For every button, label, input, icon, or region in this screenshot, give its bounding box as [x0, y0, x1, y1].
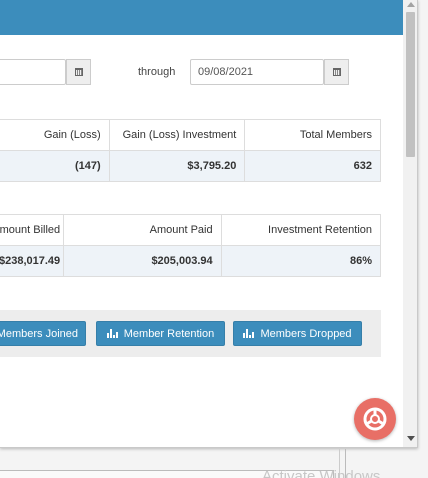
scroll-down-arrow-icon[interactable] — [407, 436, 415, 441]
table-row: $238,017.49 $205,003.94 86% — [0, 245, 382, 277]
column-header: mount Billed — [0, 214, 65, 246]
table-row: (147) $3,795.20 632 — [0, 150, 381, 182]
members-dropped-button[interactable]: Members Dropped — [233, 321, 362, 346]
end-date-input[interactable]: 09/08/2021 — [190, 59, 324, 85]
investment-retention-cell: 86% — [220, 245, 382, 277]
member-retention-button[interactable]: Member Retention — [96, 321, 225, 346]
bar-chart-icon — [106, 329, 118, 338]
summary-table: Gain (Loss) Gain (Loss) Investment Total… — [0, 119, 381, 182]
gain-loss-investment-cell: $3,795.20 — [108, 150, 246, 182]
total-members-cell: 632 — [244, 150, 381, 182]
help-button[interactable] — [354, 398, 396, 440]
start-date-input[interactable] — [0, 59, 66, 85]
members-dropped-label: Members Dropped — [260, 327, 352, 340]
help-lifebuoy-icon — [363, 407, 387, 431]
bar-chart-icon — [243, 329, 255, 338]
column-header: Total Members — [244, 119, 381, 151]
calendar-icon — [74, 68, 83, 76]
calendar-icon — [332, 68, 341, 76]
summary-table-header-row: Gain (Loss) Gain (Loss) Investment Total… — [0, 119, 381, 151]
start-date-calendar-button[interactable] — [66, 59, 91, 85]
column-header: Gain (Loss) Investment — [108, 119, 246, 151]
column-header: Gain (Loss) — [0, 119, 110, 151]
modal-header — [0, 0, 403, 35]
billing-table: mount Billed Amount Paid Investment Rete… — [0, 214, 382, 277]
members-joined-button[interactable]: Members Joined — [0, 321, 86, 346]
column-header: Investment Retention — [220, 214, 382, 246]
report-modal: through 09/08/2021 Gain (Loss) Gain (Los… — [0, 0, 418, 448]
members-joined-label: Members Joined — [0, 327, 78, 340]
billing-table-header-row: mount Billed Amount Paid Investment Rete… — [0, 214, 382, 246]
amount-paid-cell: $205,003.94 — [63, 245, 222, 277]
scroll-up-arrow-icon[interactable] — [407, 2, 415, 7]
gain-loss-cell: (147) — [0, 150, 110, 182]
through-label: through — [138, 66, 176, 78]
scrollbar-thumb[interactable] — [406, 12, 415, 157]
end-date-calendar-button[interactable] — [324, 59, 349, 85]
member-retention-label: Member Retention — [123, 327, 215, 340]
amount-billed-cell: $238,017.49 — [0, 245, 65, 277]
activate-windows-watermark: Activate Windows — [262, 468, 381, 478]
column-header: Amount Paid — [63, 214, 222, 246]
